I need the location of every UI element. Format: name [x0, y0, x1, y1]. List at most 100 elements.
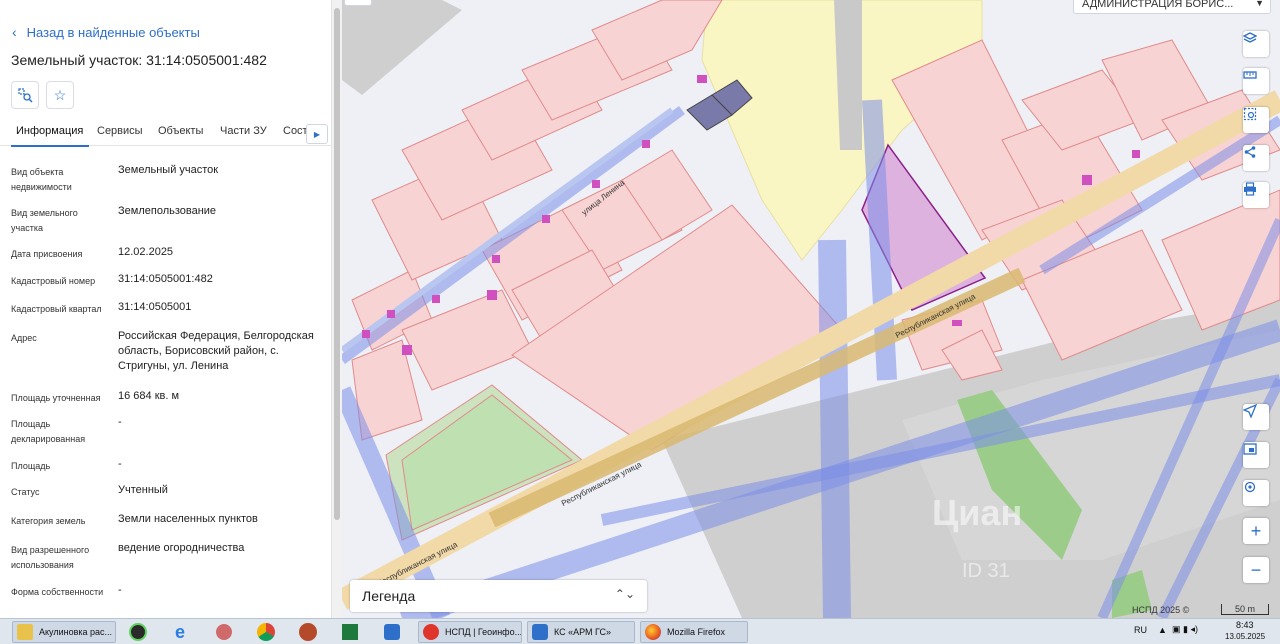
info-key: Дата присвоения [11, 249, 83, 259]
back-link[interactable]: ‹ Назад в найденные объекты [12, 24, 200, 40]
quicklaunch-chrome[interactable] [252, 621, 280, 643]
plus-icon: + [1250, 520, 1262, 541]
info-value: Учтенный [118, 484, 168, 496]
scale-bar: 50 m [1221, 604, 1269, 615]
taskbar-item-label: КС «АРМ ГС» [554, 627, 612, 637]
quicklaunch-app[interactable] [294, 621, 322, 643]
info-value: - [118, 458, 122, 470]
admin-select[interactable]: АДМИНИСТРАЦИЯ БОРИС... ▼ [1073, 0, 1271, 14]
info-panel: ‹ Назад в найденные объекты Земельный уч… [0, 0, 334, 618]
info-value: Земельный участок [118, 164, 219, 176]
info-value: Российская Федерация, Белгородская облас… [118, 330, 314, 372]
yandex-icon [423, 624, 439, 640]
legend-label: Легенда [362, 588, 416, 604]
taskbar-item-arm[interactable]: КС «АРМ ГС» [527, 621, 635, 643]
info-key: Вид объекта недвижимости [11, 167, 72, 192]
info-key: Площадь [11, 461, 51, 471]
tab-info[interactable]: Информация [10, 125, 90, 147]
info-key: Площадь уточненная [11, 393, 101, 403]
tabs-scroll-right-button[interactable]: ▶ [306, 124, 328, 144]
select-area-button[interactable] [1243, 107, 1269, 133]
navigation-arrow-icon [1243, 404, 1257, 418]
info-value: Земли населенных пунктов [118, 513, 258, 525]
emblem-icon [384, 624, 400, 640]
excel-icon [342, 624, 358, 640]
my-location-button[interactable] [1243, 404, 1269, 430]
admin-select-value: АДМИНИСТРАЦИЯ БОРИС... [1082, 0, 1234, 10]
chevron-right-icon: ▶ [313, 129, 321, 139]
info-key: Площадь декларированная [11, 419, 86, 444]
info-value: Землепользование [118, 205, 217, 217]
info-value: 31:14:0505001:482 [118, 273, 213, 285]
zoom-in-button[interactable]: + [1243, 518, 1269, 544]
taskbar-item-folder[interactable]: Акулиновка рас... [12, 621, 116, 643]
map-view[interactable]: АДМИНИСТРАЦИЯ БОРИС... ▼ улица Ленина Ре… [342, 0, 1280, 618]
clock-time[interactable]: 8:43 [1236, 620, 1254, 630]
minimap-button[interactable] [1243, 442, 1269, 468]
tab-objects[interactable]: Объекты [158, 125, 203, 137]
scrollbar-thumb[interactable] [334, 8, 340, 520]
measure-button[interactable] [1243, 68, 1269, 94]
info-value: 12.02.2025 [118, 246, 174, 258]
legend-toggle[interactable]: Легенда ⌃⌄ [350, 580, 647, 612]
firefox-icon [645, 624, 661, 640]
quicklaunch-app[interactable] [124, 621, 152, 643]
tray-icons[interactable]: ▣ ▮ ◂) [1172, 624, 1198, 635]
info-key: Вид земельного участка [11, 208, 78, 233]
geolocation-icon [1244, 481, 1256, 493]
ruler-icon [1243, 71, 1257, 79]
tab-services[interactable]: Сервисы [97, 125, 143, 137]
taskbar: Акулиновка рас... e НСПД | Геоинфо... КС… [0, 618, 1280, 644]
info-value: - [118, 584, 122, 596]
internet-explorer-icon: e [174, 621, 185, 642]
share-icon [1244, 146, 1256, 158]
copyright: НСПД 2025 © [1132, 605, 1190, 615]
info-key: Категория земель [11, 516, 86, 526]
info-key: Адрес [11, 333, 37, 343]
info-value: ведение огородничества [118, 542, 245, 554]
clock-date[interactable]: 13.05.2025 [1225, 632, 1265, 641]
chevron-down-icon: ▼ [1255, 0, 1264, 8]
quicklaunch-ie[interactable]: e [166, 621, 194, 643]
quicklaunch-app[interactable] [210, 621, 238, 643]
taskbar-item-label: НСПД | Геоинфо... [445, 627, 522, 637]
favorite-button[interactable]: ☆ [46, 81, 74, 109]
share-button[interactable] [1243, 145, 1269, 171]
map-top-control[interactable] [344, 0, 372, 6]
taskbar-item-label: Mozilla Firefox [667, 627, 726, 637]
taskbar-item-firefox[interactable]: Mozilla Firefox [640, 621, 748, 643]
print-button[interactable] [1243, 182, 1269, 208]
watermark: Циан [932, 492, 1023, 533]
chrome-icon [257, 623, 275, 641]
geolocate-button[interactable] [1243, 480, 1269, 506]
info-value: 31:14:0505001 [118, 301, 192, 313]
app-icon [129, 623, 147, 641]
page-title: Земельный участок: 31:14:0505001:482 [11, 52, 267, 68]
info-key: Вид разрешенного использования [11, 545, 90, 570]
app-icon [299, 623, 317, 641]
quicklaunch-app[interactable] [378, 621, 406, 643]
info-key: Кадастровый квартал [11, 304, 102, 314]
layers-icon [1243, 32, 1257, 43]
info-value: - [118, 416, 122, 428]
emblem-icon [532, 624, 548, 640]
star-icon: ☆ [53, 86, 67, 103]
taskbar-item-label: Акулиновка рас... [39, 627, 113, 637]
tab-parts[interactable]: Части ЗУ [220, 125, 267, 137]
layers-button[interactable] [1243, 31, 1269, 57]
map-search-icon [18, 88, 33, 103]
quicklaunch-excel[interactable] [336, 621, 364, 643]
expand-collapse-icon: ⌃⌄ [614, 587, 635, 601]
taskbar-item-browser[interactable]: НСПД | Геоинфо... [418, 621, 522, 643]
locate-object-button[interactable] [11, 81, 39, 109]
chevron-left-icon: ‹ [12, 24, 17, 40]
tray-expand-icon[interactable]: ▲ [1158, 625, 1167, 635]
watermark-id: ID 31 [962, 560, 1010, 582]
minimap-icon [1243, 443, 1257, 455]
zoom-out-button[interactable]: − [1243, 557, 1269, 583]
select-area-icon [1243, 107, 1257, 121]
folder-icon [17, 624, 33, 640]
panel-scrollbar[interactable] [331, 0, 342, 618]
language-indicator[interactable]: RU [1134, 625, 1147, 635]
printer-icon [1244, 182, 1256, 196]
